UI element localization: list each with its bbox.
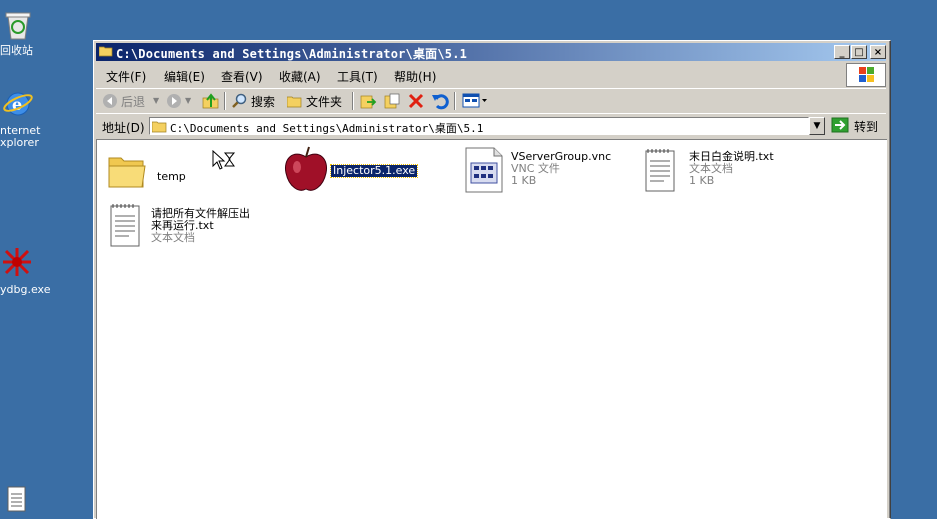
address-bar: 地址(D) C:\Documents and Settings\Administ… xyxy=(96,113,886,138)
desktop-icon-recycle-bin[interactable]: 回收站 xyxy=(0,8,50,60)
folders-icon xyxy=(287,96,302,108)
forward-arrow-icon[interactable] xyxy=(166,93,182,109)
toolbar-separator xyxy=(224,92,226,110)
desktop-icon-text-file[interactable] xyxy=(6,485,28,515)
go-label: 转到 xyxy=(854,120,879,134)
recycle-bin-icon xyxy=(5,12,31,40)
address-dropdown-icon[interactable]: ▼ xyxy=(809,117,825,135)
menu-view[interactable]: 查看(V) xyxy=(221,68,263,85)
toolbar-separator xyxy=(352,92,354,110)
window-title: C:\Documents and Settings\Administrator\… xyxy=(116,47,468,61)
toolbar: 后退 ▼ ▼ 搜索 文件夹 xyxy=(96,88,886,113)
file-type: 文本文档 xyxy=(151,231,195,244)
up-folder-icon[interactable] xyxy=(202,92,220,110)
file-size: 1 KB xyxy=(689,174,715,187)
file-name: temp xyxy=(157,170,186,183)
file-size: 1 KB xyxy=(511,174,537,187)
forward-dropdown-icon[interactable]: ▼ xyxy=(185,96,191,105)
explorer-window: C:\Documents and Settings\Administrator\… xyxy=(93,40,891,519)
file-name: Injector5.1.exe xyxy=(329,164,419,178)
toolbar-separator xyxy=(454,92,456,110)
folder-icon xyxy=(152,121,167,133)
text-file-icon xyxy=(110,204,140,247)
file-item-vserver[interactable]: VServerGroup.vnc VNC 文件 1 KB xyxy=(464,147,634,197)
go-arrow-icon xyxy=(831,117,849,133)
close-button[interactable]: × xyxy=(870,45,886,59)
address-label: 地址(D) xyxy=(102,121,145,135)
address-input[interactable]: C:\Documents and Settings\Administrator\… xyxy=(149,117,809,135)
maximize-button[interactable]: □ xyxy=(851,45,867,59)
text-file-icon xyxy=(645,149,675,192)
views-icon[interactable] xyxy=(462,93,488,109)
internet-explorer-icon: e xyxy=(3,92,33,116)
folders-button[interactable]: 文件夹 xyxy=(306,93,342,110)
vnc-file-icon xyxy=(465,147,503,193)
desktop-icon-ydbg[interactable]: ydbg.exe xyxy=(0,245,55,297)
menu-bar: 文件(F) 编辑(E) 查看(V) 收藏(A) 工具(T) 帮助(H) xyxy=(96,63,886,85)
back-button[interactable]: 后退 xyxy=(121,93,145,110)
folder-icon xyxy=(108,157,146,188)
desktop-icon-label: ydbg.exe xyxy=(0,283,51,296)
file-item-temp[interactable]: temp xyxy=(107,150,277,198)
undo-icon[interactable] xyxy=(431,92,449,110)
menu-tools[interactable]: 工具(T) xyxy=(337,68,378,85)
folder-icon xyxy=(99,46,113,57)
menu-help[interactable]: 帮助(H) xyxy=(394,68,436,85)
move-to-icon[interactable] xyxy=(359,92,377,110)
back-dropdown-icon[interactable]: ▼ xyxy=(153,96,159,105)
delete-icon[interactable] xyxy=(407,92,425,110)
ydbg-bug-icon xyxy=(3,248,31,276)
menu-favorites[interactable]: 收藏(A) xyxy=(279,68,321,85)
busy-cursor-icon xyxy=(212,150,236,170)
file-list-view[interactable]: temp Injector5.1.exe VServerGroup.vnc VN… xyxy=(96,139,887,519)
desktop-icon-internet-explorer[interactable]: e nternet xplorer xyxy=(0,88,50,149)
back-arrow-icon xyxy=(103,94,117,108)
search-icon xyxy=(232,93,247,108)
menu-file[interactable]: 文件(F) xyxy=(106,68,146,85)
search-button[interactable]: 搜索 xyxy=(251,93,275,110)
windows-logo-icon xyxy=(846,63,886,87)
file-item-instructions[interactable]: 请把所有文件解压出 来再运行.txt 文本文档 xyxy=(107,202,287,252)
copy-to-icon[interactable] xyxy=(383,92,401,110)
apple-exe-icon xyxy=(284,146,328,191)
desktop-icon-label: 回收站 xyxy=(0,44,33,57)
text-file-icon xyxy=(7,486,26,512)
title-bar[interactable]: C:\Documents and Settings\Administrator\… xyxy=(96,43,886,61)
file-item-readme[interactable]: 末日白金说明.txt 文本文档 1 KB xyxy=(642,147,842,197)
menu-edit[interactable]: 编辑(E) xyxy=(164,68,205,85)
address-value: C:\Documents and Settings\Administrator\… xyxy=(170,122,484,135)
minimize-button[interactable]: _ xyxy=(834,45,850,59)
file-item-injector[interactable]: Injector5.1.exe xyxy=(283,145,443,195)
desktop-icon-label: xplorer xyxy=(0,136,39,149)
